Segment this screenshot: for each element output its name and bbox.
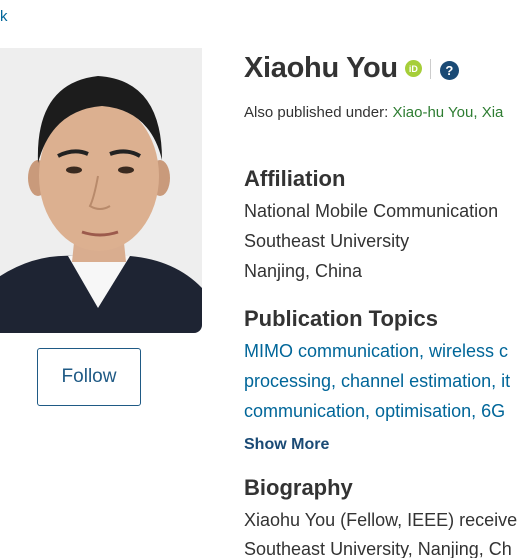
follow-button[interactable]: Follow bbox=[37, 348, 141, 406]
topic-links-line[interactable]: communication, optimisation, 6G bbox=[244, 401, 505, 422]
author-profile-page: k Follow Xiaohu You iD ? Also published … bbox=[0, 0, 526, 558]
orcid-icon[interactable]: iD bbox=[404, 60, 422, 77]
back-link[interactable]: k bbox=[0, 8, 8, 25]
publication-topics-heading: Publication Topics bbox=[244, 306, 438, 331]
author-portrait-image bbox=[0, 48, 202, 333]
author-header: Xiaohu You iD ? bbox=[244, 52, 459, 85]
topic-links-line[interactable]: MIMO communication, wireless c bbox=[244, 341, 508, 362]
affiliation-line: Southeast University bbox=[244, 231, 410, 251]
affiliation-line: Nanjing, China bbox=[244, 261, 363, 281]
alias-link[interactable]: Xia bbox=[482, 104, 504, 121]
aka-label: Also published under: bbox=[244, 104, 389, 121]
biography-line: Southeast University, Nanjing, Ch bbox=[244, 539, 512, 558]
author-name: Xiaohu You bbox=[244, 52, 398, 84]
topic-links-line[interactable]: processing, channel estimation, it bbox=[244, 371, 510, 392]
biography-heading: Biography bbox=[244, 475, 353, 500]
affiliation-heading: Affiliation bbox=[244, 166, 346, 191]
also-published-under: Also published under: Xiao-hu You, Xia bbox=[244, 104, 503, 121]
header-divider bbox=[429, 58, 431, 79]
author-photo bbox=[0, 48, 202, 333]
help-icon[interactable]: ? bbox=[439, 61, 459, 80]
show-more-button[interactable]: Show More bbox=[244, 436, 329, 454]
biography-line: Xiaohu You (Fellow, IEEE) receive bbox=[244, 510, 518, 530]
alias-link[interactable]: Xiao-hu You, bbox=[392, 104, 477, 121]
affiliation-line: National Mobile Communication bbox=[244, 201, 499, 221]
